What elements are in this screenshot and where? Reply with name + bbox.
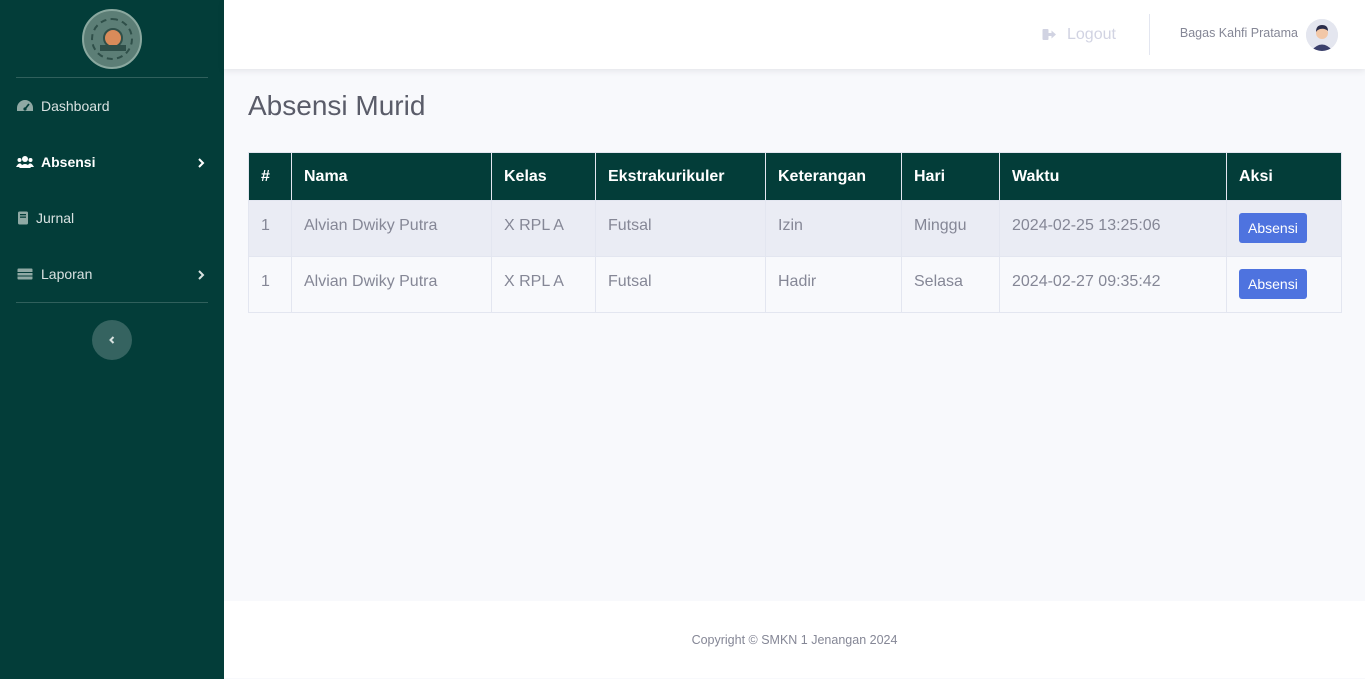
cell-no: 1 [248,256,292,313]
user-name: Bagas Kahfi Pratama [1179,25,1298,40]
copyright-text: Copyright © SMKN 1 Jenangan 2024 [691,632,898,647]
cell-aksi: Absensi [1226,200,1342,257]
sidebar-item-absensi[interactable]: Absensi [0,134,224,190]
chevron-left-icon [109,336,115,344]
page-title: Absensi Murid [248,90,426,121]
users-icon [16,155,34,169]
topbar-divider [1149,14,1150,55]
chevron-right-icon [196,268,206,280]
school-logo [82,8,142,69]
column-header-aksi: Aksi [1226,152,1342,201]
cell-nama: Alvian Dwiky Putra [291,200,492,257]
column-header-no: # [248,152,292,201]
avatar [1306,18,1338,51]
cell-hari: Selasa [901,256,1000,313]
cell-keterangan: Izin [765,200,902,257]
sidebar-item-label: Dashboard [41,98,110,114]
book-icon [16,211,30,225]
cell-ekstrakurikuler: Futsal [595,256,766,313]
sidebar-item-label: Absensi [41,154,96,170]
sidebar-item-laporan[interactable]: Laporan [0,246,224,302]
sidebar-item-dashboard[interactable]: Dashboard [0,78,224,134]
table-header-row: # Nama Kelas Ekstrakurikuler Keterangan … [248,152,1342,201]
column-header-ekstrakurikuler: Ekstrakurikuler [595,152,766,201]
cell-aksi: Absensi [1226,256,1342,313]
sidebar-item-label: Jurnal [36,210,75,226]
footer: Copyright © SMKN 1 Jenangan 2024 [224,601,1365,678]
cell-ekstrakurikuler: Futsal [595,200,766,257]
column-header-kelas: Kelas [491,152,596,201]
cell-hari: Minggu [901,200,1000,257]
column-header-nama: Nama [291,152,492,201]
table-icon [16,267,34,281]
cell-keterangan: Hadir [765,256,902,313]
column-header-keterangan: Keterangan [765,152,902,201]
cell-no: 1 [248,200,292,257]
sidebar-item-jurnal[interactable]: Jurnal [0,190,224,246]
sidebar: Dashboard Absensi Jurnal Laporan [0,0,224,679]
logout-button[interactable]: Logout [1042,0,1116,69]
topbar: Logout Bagas Kahfi Pratama [224,0,1365,69]
cell-waktu: 2024-02-27 09:35:42 [999,256,1227,313]
absensi-table: # Nama Kelas Ekstrakurikuler Keterangan … [248,152,1342,313]
column-header-hari: Hari [901,152,1000,201]
sidebar-brand[interactable] [0,0,224,77]
table-row: 1 Alvian Dwiky Putra X RPL A Futsal Izin… [248,200,1342,257]
user-menu[interactable]: Bagas Kahfi Pratama [1180,0,1338,69]
sign-out-icon [1042,29,1056,40]
cell-waktu: 2024-02-25 13:25:06 [999,200,1227,257]
logout-label: Logout [1067,25,1116,43]
absensi-button[interactable]: Absensi [1239,213,1307,243]
column-header-waktu: Waktu [999,152,1227,201]
cell-nama: Alvian Dwiky Putra [291,256,492,313]
cell-kelas: X RPL A [491,200,596,257]
sidebar-item-label: Laporan [41,266,93,282]
chevron-right-icon [196,156,206,168]
tachometer-icon [16,99,34,113]
absensi-button[interactable]: Absensi [1239,269,1307,299]
cell-kelas: X RPL A [491,256,596,313]
sidebar-toggle-button[interactable] [92,320,132,360]
table-row: 1 Alvian Dwiky Putra X RPL A Futsal Hadi… [248,256,1342,313]
